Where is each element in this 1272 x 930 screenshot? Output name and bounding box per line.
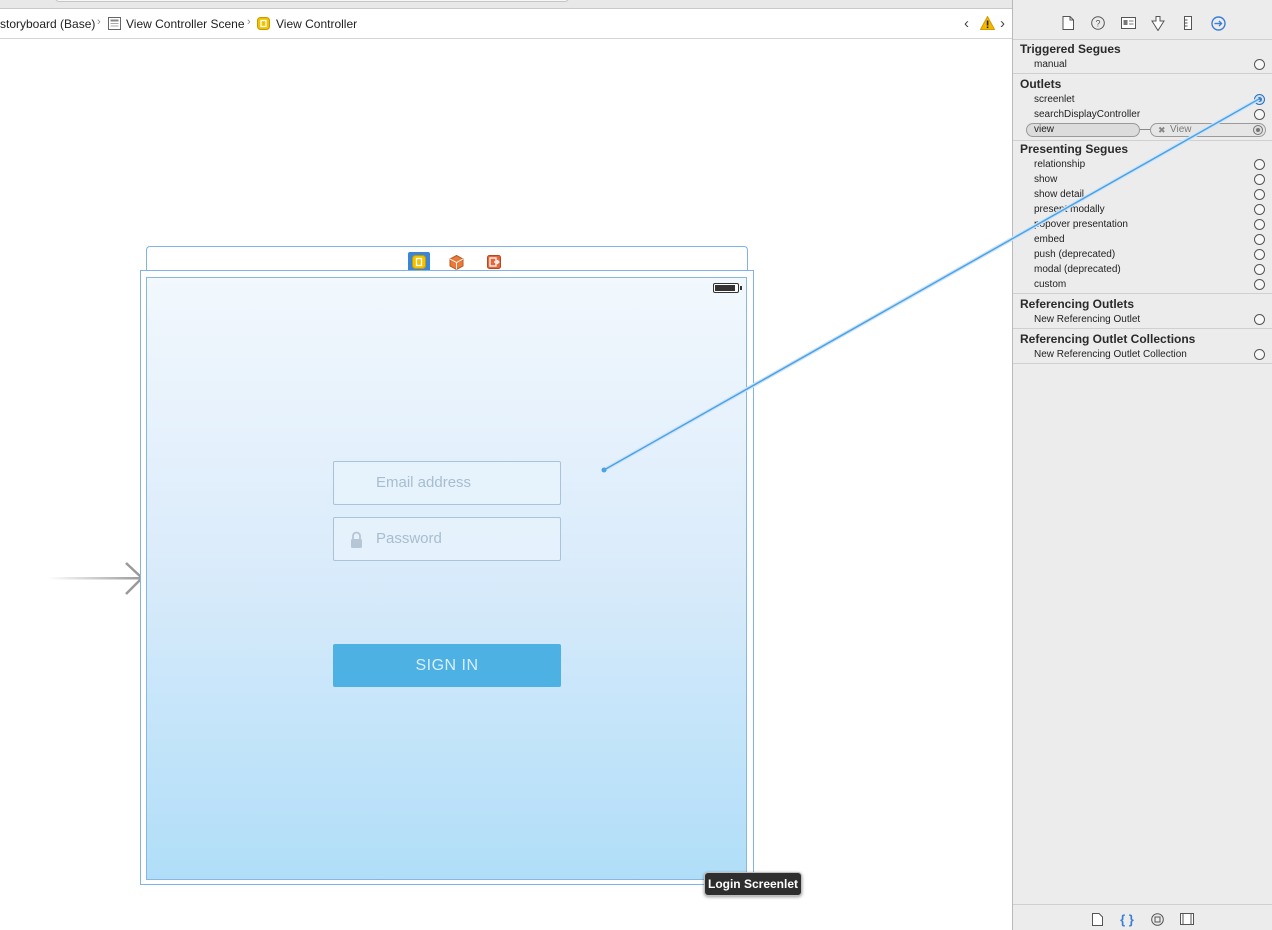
file-inspector-icon[interactable]	[1059, 14, 1077, 32]
outlet-view-target-pill[interactable]: ✖ View	[1150, 123, 1266, 137]
outlet-screenlet-connector[interactable]	[1254, 94, 1265, 105]
first-responder-icon[interactable]	[445, 252, 467, 272]
segue-modal-connector[interactable]	[1254, 264, 1265, 275]
quick-help-icon[interactable]: ?	[1089, 14, 1107, 32]
section-title-presenting-segues: Presenting Segues	[1020, 142, 1129, 156]
view-controller-icon	[257, 17, 270, 30]
segue-present-modally-label: present modally	[1034, 204, 1105, 215]
scene-icon	[108, 17, 121, 30]
segue-relationship-connector[interactable]	[1254, 159, 1265, 170]
segue-custom-label: custom	[1034, 279, 1067, 290]
code-snippet-icon[interactable]: { }	[1119, 912, 1135, 927]
segue-show-detail-label: show detail	[1034, 189, 1085, 200]
section-divider	[1013, 363, 1272, 364]
outlet-search-display-controller-connector[interactable]	[1254, 109, 1265, 120]
sign-in-button[interactable]: SIGN IN	[333, 644, 561, 687]
section-divider	[1013, 293, 1272, 294]
segue-embed-connector[interactable]	[1254, 234, 1265, 245]
email-placeholder: Email address	[376, 474, 472, 491]
file-template-icon[interactable]	[1089, 912, 1105, 926]
new-referencing-outlet-label: New Referencing Outlet	[1034, 314, 1141, 325]
view-controller-icon[interactable]	[408, 252, 430, 272]
segue-popover-presentation-connector[interactable]	[1254, 219, 1265, 230]
section-title-outlets: Outlets	[1020, 77, 1062, 91]
outlet-screenlet-label: screenlet	[1034, 94, 1075, 105]
section-divider	[1013, 328, 1272, 329]
breadcrumb-storyboard[interactable]: storyboard (Base)	[0, 17, 95, 31]
scene-dock	[146, 246, 748, 272]
segue-push-connector[interactable]	[1254, 249, 1265, 260]
outlet-view-pill[interactable]: view	[1026, 123, 1140, 137]
toolbar-strip	[0, 0, 1012, 9]
new-referencing-outlet-connector[interactable]	[1254, 314, 1265, 325]
connections-inspector: ? Triggered Segues manual Outlets screen…	[1012, 0, 1272, 930]
section-title-triggered-segues: Triggered Segues	[1020, 42, 1121, 56]
login-screenlet-view[interactable]	[146, 277, 747, 880]
disconnect-icon[interactable]: ✖	[1158, 124, 1166, 136]
connections-inspector-icon[interactable]	[1209, 14, 1227, 32]
toolbar-activity-view[interactable]	[55, 0, 569, 2]
object-library-icon[interactable]	[1149, 912, 1165, 926]
issue-prev-icon[interactable]: ‹	[964, 15, 969, 32]
exit-icon[interactable]	[483, 252, 505, 272]
scene-tooltip: Login Screenlet	[704, 872, 802, 896]
section-title-referencing-outlets: Referencing Outlets	[1020, 297, 1135, 311]
segue-embed-label: embed	[1034, 234, 1065, 245]
inspector-tab-bar: ?	[1013, 0, 1272, 40]
issue-next-icon[interactable]: ›	[1000, 15, 1005, 32]
breadcrumb-separator-icon: ›	[97, 16, 101, 28]
segue-show-connector[interactable]	[1254, 174, 1265, 185]
attributes-inspector-icon[interactable]	[1149, 14, 1167, 32]
outlet-target-label: View	[1170, 124, 1192, 135]
segue-modal-label: modal (deprecated)	[1034, 264, 1121, 275]
segue-push-label: push (deprecated)	[1034, 249, 1116, 260]
section-divider	[1013, 140, 1272, 141]
svg-text:?: ?	[1095, 19, 1100, 29]
xcode-interface-builder: storyboard (Base) › View Controller Scen…	[0, 0, 1272, 930]
segue-present-modally-connector[interactable]	[1254, 204, 1265, 215]
outlet-view-connector[interactable]	[1253, 125, 1263, 135]
outlet-search-display-controller-label: searchDisplayController	[1034, 109, 1141, 120]
identity-inspector-icon[interactable]	[1119, 14, 1137, 32]
new-referencing-outlet-collection-connector[interactable]	[1254, 349, 1265, 360]
new-referencing-outlet-collection-label: New Referencing Outlet Collection	[1034, 349, 1187, 360]
breadcrumb-view-controller[interactable]: View Controller	[276, 17, 357, 31]
breadcrumb-separator-icon: ›	[247, 16, 251, 28]
segue-manual-connector[interactable]	[1254, 59, 1265, 70]
segue-show-detail-connector[interactable]	[1254, 189, 1265, 200]
email-field[interactable]: Email address	[333, 461, 561, 505]
segue-manual-label: manual	[1034, 59, 1067, 70]
initial-entry-arrow[interactable]	[40, 560, 150, 600]
section-divider	[1013, 73, 1272, 74]
segue-relationship-label: relationship	[1034, 159, 1086, 170]
segue-custom-connector[interactable]	[1254, 279, 1265, 290]
breadcrumb-scene[interactable]: View Controller Scene	[126, 17, 245, 31]
password-field[interactable]: Password	[333, 517, 561, 561]
password-placeholder: Password	[376, 530, 442, 547]
segue-show-label: show	[1034, 174, 1058, 185]
segue-popover-presentation-label: popover presentation	[1034, 219, 1128, 230]
size-inspector-icon[interactable]	[1179, 14, 1197, 32]
section-title-referencing-outlet-collections: Referencing Outlet Collections	[1020, 332, 1196, 346]
lock-icon	[351, 531, 362, 548]
jump-bar: storyboard (Base) › View Controller Scen…	[0, 9, 1012, 39]
warning-icon[interactable]	[980, 16, 995, 30]
media-library-icon[interactable]	[1179, 912, 1195, 926]
library-tab-bar: { }	[1013, 904, 1272, 930]
battery-icon	[713, 283, 742, 293]
